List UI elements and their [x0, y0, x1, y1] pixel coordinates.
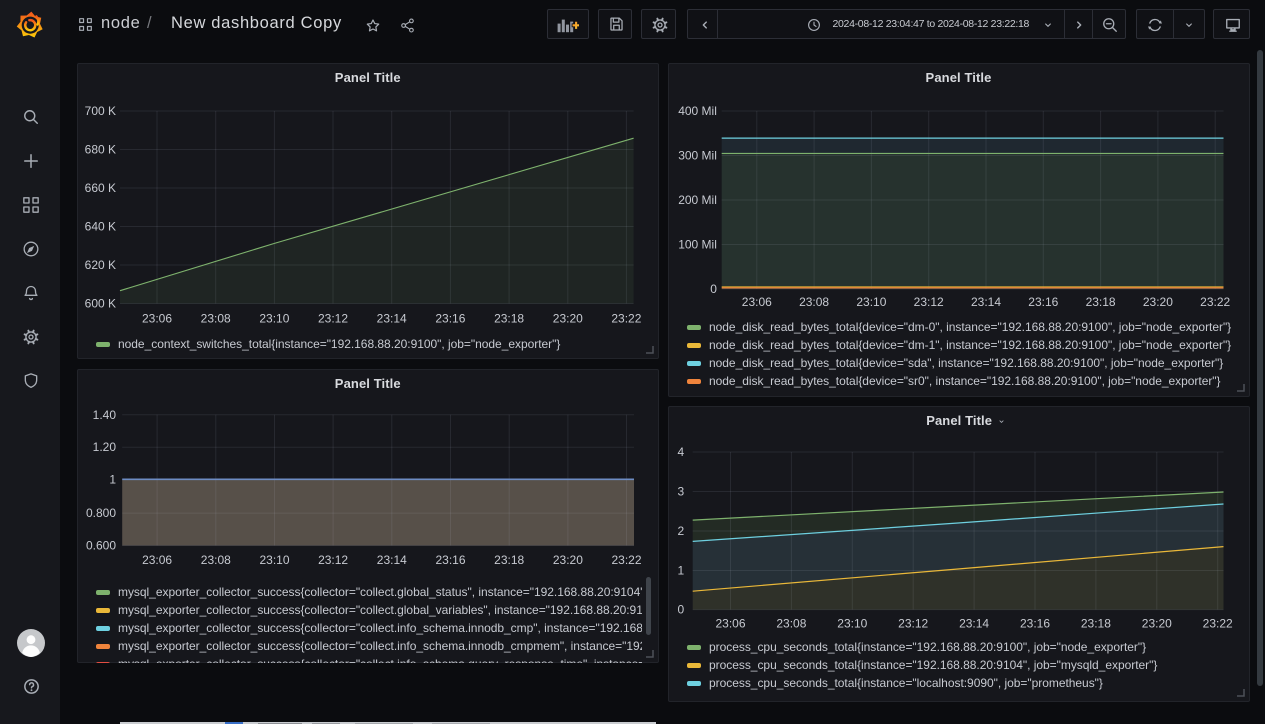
svg-text:23:22: 23:22 [611, 312, 641, 326]
svg-text:23:10: 23:10 [837, 617, 867, 631]
svg-text:3: 3 [677, 485, 684, 499]
svg-text:680 K: 680 K [85, 143, 116, 157]
svg-text:1: 1 [109, 472, 116, 486]
svg-text:23:14: 23:14 [959, 617, 989, 631]
svg-text:23:12: 23:12 [318, 553, 348, 567]
svg-text:23:08: 23:08 [776, 617, 806, 631]
svg-text:23:18: 23:18 [494, 553, 524, 567]
svg-text:1.40: 1.40 [93, 407, 117, 421]
svg-text:23:20: 23:20 [553, 312, 583, 326]
svg-text:600 K: 600 K [85, 297, 116, 311]
svg-text:23:14: 23:14 [377, 553, 407, 567]
svg-text:23:12: 23:12 [913, 295, 943, 309]
svg-text:0: 0 [710, 282, 717, 296]
svg-text:23:12: 23:12 [898, 617, 928, 631]
svg-text:620 K: 620 K [85, 258, 116, 272]
svg-text:23:16: 23:16 [1028, 295, 1058, 309]
svg-text:23:16: 23:16 [1019, 617, 1049, 631]
svg-text:2: 2 [677, 524, 684, 538]
svg-text:0: 0 [677, 603, 684, 617]
svg-text:23:06: 23:06 [715, 617, 745, 631]
svg-text:23:08: 23:08 [201, 553, 231, 567]
svg-text:23:22: 23:22 [611, 553, 641, 567]
svg-text:23:14: 23:14 [970, 295, 1000, 309]
svg-text:23:16: 23:16 [435, 553, 465, 567]
svg-text:23:20: 23:20 [1141, 617, 1171, 631]
svg-text:700 K: 700 K [85, 104, 116, 118]
svg-text:23:10: 23:10 [259, 312, 289, 326]
svg-text:100 Mil: 100 Mil [678, 238, 717, 252]
svg-text:23:06: 23:06 [142, 553, 172, 567]
svg-text:4: 4 [677, 445, 684, 459]
svg-text:23:20: 23:20 [1142, 295, 1172, 309]
svg-text:0.600: 0.600 [86, 538, 116, 552]
svg-text:23:08: 23:08 [799, 295, 829, 309]
svg-text:23:18: 23:18 [1085, 295, 1115, 309]
svg-text:23:16: 23:16 [435, 312, 465, 326]
svg-text:23:18: 23:18 [1080, 617, 1110, 631]
svg-text:23:22: 23:22 [1200, 295, 1230, 309]
svg-text:23:18: 23:18 [494, 312, 524, 326]
svg-text:23:20: 23:20 [553, 553, 583, 567]
svg-text:23:06: 23:06 [741, 295, 771, 309]
svg-text:300 Mil: 300 Mil [678, 149, 717, 163]
svg-text:1: 1 [677, 564, 684, 578]
svg-text:23:10: 23:10 [259, 553, 289, 567]
svg-text:660 K: 660 K [85, 181, 116, 195]
svg-text:0.800: 0.800 [86, 506, 116, 520]
svg-text:23:08: 23:08 [201, 312, 231, 326]
svg-text:23:14: 23:14 [377, 312, 407, 326]
svg-text:200 Mil: 200 Mil [678, 193, 717, 207]
svg-text:23:12: 23:12 [318, 312, 348, 326]
svg-text:23:22: 23:22 [1202, 617, 1232, 631]
svg-text:1.20: 1.20 [93, 440, 117, 454]
svg-text:23:06: 23:06 [142, 312, 172, 326]
svg-text:640 K: 640 K [85, 220, 116, 234]
svg-text:23:10: 23:10 [856, 295, 886, 309]
svg-text:400 Mil: 400 Mil [678, 104, 717, 118]
